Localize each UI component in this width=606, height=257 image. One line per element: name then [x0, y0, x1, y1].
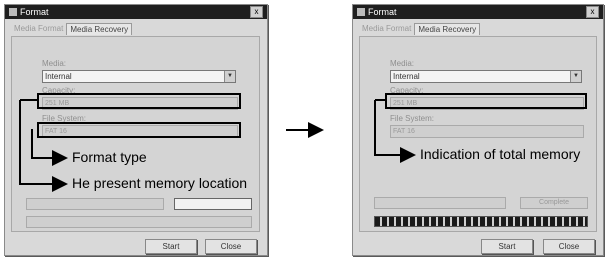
- tab-media-format[interactable]: Media Format: [11, 23, 66, 35]
- close-button[interactable]: Close: [205, 239, 257, 254]
- progress-bar: [26, 216, 252, 228]
- chevron-down-icon[interactable]: ▼: [224, 71, 235, 82]
- media-select[interactable]: Internal ▼: [390, 70, 582, 83]
- start-button[interactable]: Start: [481, 239, 533, 254]
- close-icon[interactable]: x: [586, 6, 599, 18]
- capacity-highlight: [385, 93, 587, 109]
- format-type-callout: Format type: [72, 149, 147, 165]
- progress-bar: [374, 216, 588, 227]
- total-memory-callout: Indication of total memory: [420, 146, 581, 162]
- media-label: Media:: [390, 59, 415, 68]
- window-title: Format: [368, 7, 397, 17]
- file-system-highlight: [37, 122, 241, 138]
- status-field-right: [174, 198, 252, 210]
- tab-strip: Media Format Media Recovery: [11, 23, 133, 35]
- tab-strip: Media Format Media Recovery: [359, 23, 481, 35]
- title-bar: Format x: [353, 5, 603, 19]
- media-label: Media:: [42, 59, 67, 68]
- status-complete-text: Complete: [539, 199, 569, 206]
- tab-media-format[interactable]: Media Format: [359, 23, 414, 35]
- format-dialog-right: Format x Media Format Media Recovery Med…: [352, 4, 604, 256]
- status-field: [26, 198, 164, 210]
- status-complete-field: Complete: [520, 197, 588, 209]
- file-system-label: File System:: [390, 114, 435, 123]
- status-field: [374, 197, 506, 209]
- title-bar: Format x: [5, 5, 267, 19]
- progress-fill: [375, 217, 587, 226]
- close-icon[interactable]: x: [250, 6, 263, 18]
- media-value: Internal: [45, 72, 72, 81]
- media-select[interactable]: Internal ▼: [42, 70, 236, 83]
- media-value: Internal: [393, 72, 420, 81]
- tab-media-recovery[interactable]: Media Recovery: [66, 23, 133, 35]
- close-button[interactable]: Close: [543, 239, 595, 254]
- capacity-highlight: [37, 93, 241, 109]
- memory-location-callout: He present memory location: [72, 175, 248, 191]
- app-icon: [357, 8, 365, 16]
- tab-panel: Media: Internal ▼ Capacity: 251 MB File …: [359, 36, 597, 232]
- tab-media-recovery[interactable]: Media Recovery: [414, 23, 481, 35]
- start-button[interactable]: Start: [145, 239, 197, 254]
- file-system-field: FAT 16: [390, 125, 584, 138]
- chevron-down-icon[interactable]: ▼: [570, 71, 581, 82]
- app-icon: [9, 8, 17, 16]
- window-title: Format: [20, 7, 49, 17]
